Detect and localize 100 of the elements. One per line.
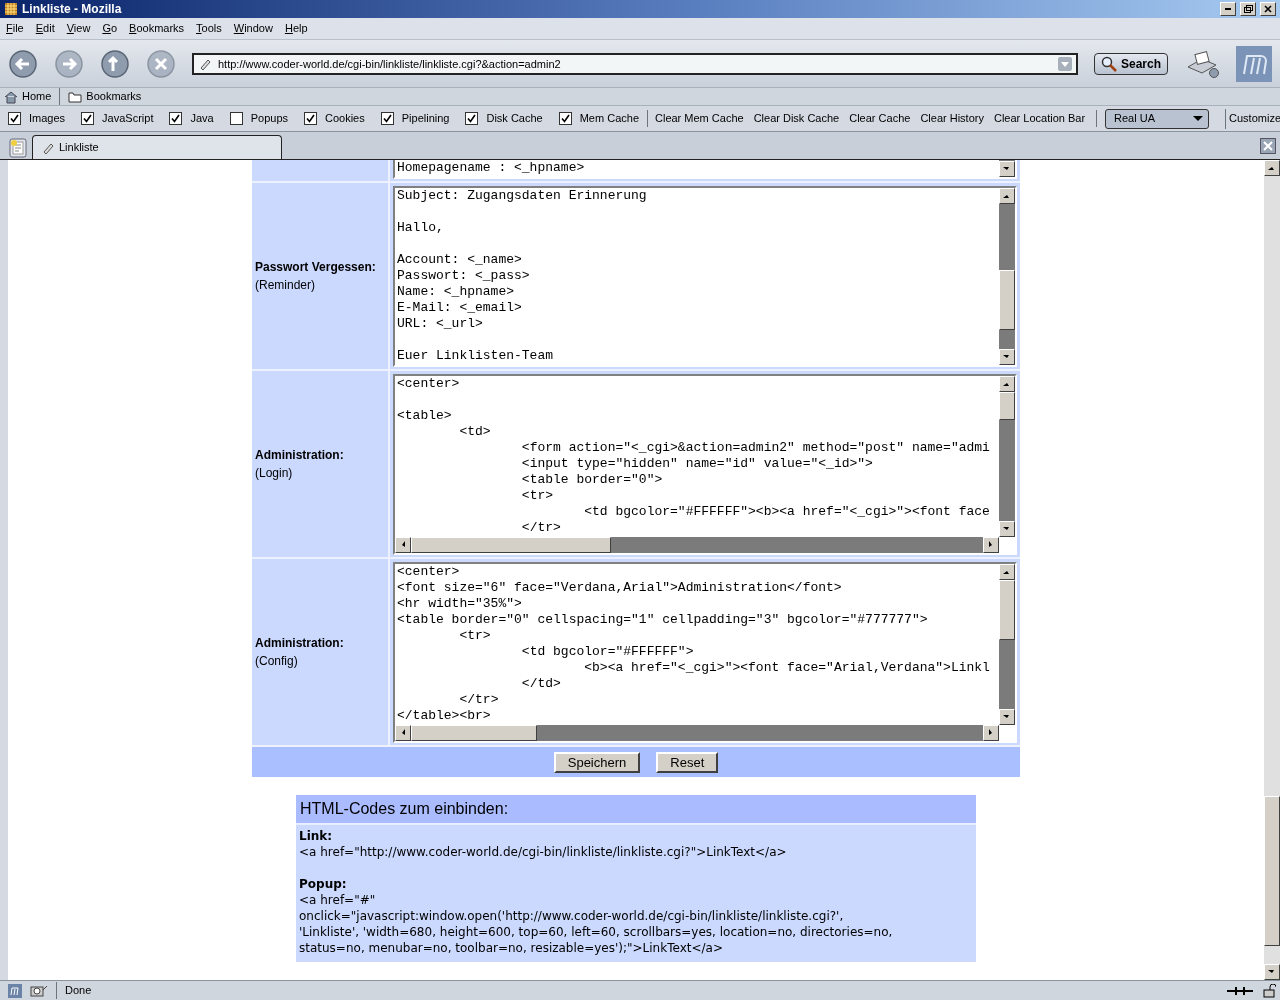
- checkbox[interactable]: [8, 112, 21, 125]
- menu-item[interactable]: Window: [227, 20, 279, 37]
- close-tab-icon[interactable]: [1260, 138, 1276, 154]
- check-icon: [83, 114, 93, 123]
- scroll-thumb[interactable]: [411, 537, 611, 553]
- menu-item[interactable]: View: [60, 20, 97, 37]
- code-line: status=no, menubar=no, toolbar=no, resizable=yes');">LinkText</a>: [299, 940, 724, 956]
- restore-button[interactable]: [1240, 2, 1256, 16]
- address-input[interactable]: http://www.coder-world.de/cgi-bin/linkliste/linkliste.cgi?&action=admin2: [216, 56, 1054, 71]
- search-icon: [1100, 55, 1117, 72]
- customize-button[interactable]: Customize: [1226, 110, 1280, 127]
- user-agent-select[interactable]: Real UA: [1105, 108, 1210, 129]
- checkbox[interactable]: [81, 112, 95, 125]
- bookmark-button[interactable]: Home: [4, 88, 61, 105]
- scroll-up-button[interactable]: [999, 188, 1015, 204]
- app-icon: [4, 2, 18, 16]
- code-line: onclick="javascript:window.open('http://www.coder-world.de/cgi-bin/linkliste/linkliste.cgi?',: [299, 908, 845, 924]
- vertical-scrollbar[interactable]: [999, 188, 1015, 365]
- scroll-right-button[interactable]: [983, 725, 999, 741]
- horizontal-scrollbar[interactable]: [395, 725, 999, 741]
- menu-item[interactable]: File: [0, 20, 30, 37]
- scroll-left-button[interactable]: [395, 537, 411, 553]
- menu-item[interactable]: Go: [96, 20, 124, 37]
- minimize-icon: [1225, 8, 1231, 10]
- caret-icon: [1193, 116, 1204, 121]
- address-field[interactable]: http://www.coder-world.de/cgi-bin/linkliste/linkliste.cgi?&action=admin2: [192, 52, 1078, 75]
- stop-icon[interactable]: [146, 48, 176, 79]
- checkbox[interactable]: [465, 112, 479, 125]
- dropdown-icon: [1057, 56, 1072, 71]
- close-icon: [1264, 5, 1272, 13]
- checkbox[interactable]: [229, 112, 243, 125]
- m-logo-icon[interactable]: [8, 983, 22, 998]
- clear-button[interactable]: Clear Mem Cache: [652, 110, 747, 127]
- code-line: <a href="http://www.coder-world.de/cgi-bin/linkliste/linkliste.cgi?">LinkText</a>: [299, 844, 788, 860]
- window-title: Linkliste - Mozilla: [22, 1, 123, 18]
- check-icon: [467, 114, 477, 123]
- house-icon: [4, 89, 18, 104]
- check-icon: [171, 114, 181, 123]
- scroll-thumb[interactable]: [999, 392, 1015, 420]
- forward-icon[interactable]: [54, 48, 84, 79]
- checkbox-label: Java: [190, 111, 214, 127]
- scroll-down-button[interactable]: [999, 709, 1015, 725]
- bookmark-button[interactable]: Bookmarks: [68, 88, 150, 105]
- scroll-thumb[interactable]: [1264, 796, 1280, 946]
- clear-button[interactable]: Clear Location Bar: [990, 110, 1089, 127]
- code-heading: Popup:: [299, 876, 348, 892]
- check-icon: [306, 114, 315, 123]
- page-scrollbar[interactable]: [1264, 160, 1280, 980]
- checkbox[interactable]: [558, 112, 572, 125]
- form-button[interactable]: Reset: [656, 751, 719, 773]
- folder-icon: [68, 90, 83, 103]
- connection-icon: [1226, 984, 1254, 997]
- field-label: Administration:: [255, 447, 345, 464]
- vertical-scrollbar[interactable]: [999, 564, 1015, 725]
- checkbox[interactable]: [304, 112, 317, 125]
- back-icon[interactable]: [8, 48, 38, 79]
- scroll-thumb[interactable]: [999, 270, 1015, 330]
- clear-button[interactable]: Clear Disk Cache: [750, 110, 843, 127]
- menu-item[interactable]: Tools: [190, 20, 228, 37]
- scroll-down-button[interactable]: [1264, 964, 1280, 980]
- reload-icon[interactable]: [100, 48, 130, 79]
- scroll-left-button[interactable]: [395, 725, 411, 741]
- checkbox-label: Images: [29, 111, 66, 127]
- section-heading: HTML-Codes zum einbinden:: [296, 795, 976, 825]
- mail-icon[interactable]: [30, 983, 48, 998]
- checkbox[interactable]: [169, 112, 183, 125]
- restore-icon: [1243, 5, 1253, 13]
- code-heading: Link:: [299, 828, 334, 844]
- scroll-thumb[interactable]: [411, 725, 537, 741]
- lock-icon: [1262, 983, 1276, 998]
- close-button[interactable]: [1260, 2, 1276, 16]
- check-icon: [560, 114, 570, 123]
- new-tab-icon[interactable]: [8, 137, 28, 159]
- form-button[interactable]: Speichern: [553, 751, 641, 773]
- minimize-button[interactable]: [1220, 2, 1236, 16]
- scroll-up-button[interactable]: [999, 564, 1015, 580]
- field-label: Administration:: [255, 635, 345, 652]
- field-sublabel: (Config): [255, 653, 299, 670]
- scroll-down-button[interactable]: [999, 161, 1015, 177]
- menu-item[interactable]: Edit: [29, 20, 61, 37]
- scroll-up-button[interactable]: [999, 376, 1015, 392]
- scroll-right-button[interactable]: [983, 537, 999, 553]
- search-button[interactable]: Search: [1093, 52, 1168, 75]
- checkbox[interactable]: [380, 112, 394, 125]
- field-label: Passwort Vergessen:: [255, 259, 377, 276]
- field-sublabel: (Reminder): [255, 277, 316, 294]
- scroll-up-button[interactable]: [1264, 160, 1280, 176]
- check-icon: [10, 114, 19, 123]
- scroll-thumb[interactable]: [999, 580, 1015, 640]
- scroll-down-button[interactable]: [999, 521, 1015, 537]
- horizontal-scrollbar[interactable]: [395, 537, 999, 553]
- scroll-down-button[interactable]: [999, 349, 1015, 365]
- menu-item[interactable]: Bookmarks: [123, 20, 191, 37]
- vertical-scrollbar[interactable]: [999, 376, 1015, 537]
- m-logo-icon[interactable]: [1236, 45, 1272, 82]
- clear-button[interactable]: Clear Cache: [846, 110, 914, 127]
- tab[interactable]: Linkliste: [32, 135, 282, 159]
- menu-item[interactable]: Help: [278, 20, 314, 37]
- checkbox-label: Pipelining: [401, 111, 450, 127]
- clear-button[interactable]: Clear History: [917, 110, 987, 127]
